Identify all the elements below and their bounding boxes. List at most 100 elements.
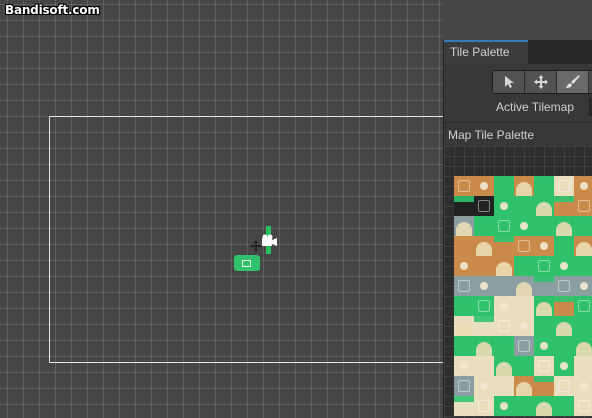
palette-selector[interactable]: Map Tile Palette (444, 124, 592, 146)
palette-tile[interactable] (534, 256, 554, 276)
palette-tile[interactable] (514, 356, 534, 376)
palette-tile[interactable] (534, 196, 554, 216)
sprite-gizmo[interactable] (234, 255, 260, 271)
palette-tile[interactable] (574, 356, 592, 376)
move-tool-button[interactable] (525, 71, 557, 93)
palette-tile[interactable] (514, 256, 534, 276)
palette-tile[interactable] (474, 256, 494, 276)
palette-tile[interactable] (514, 396, 534, 416)
palette-tile[interactable] (534, 236, 554, 256)
palette-tile[interactable] (454, 236, 474, 256)
active-tilemap-label: Active Tilemap (496, 100, 575, 114)
palette-tile[interactable] (554, 256, 574, 276)
palette-tile-area[interactable] (444, 146, 592, 418)
palette-tile[interactable] (574, 396, 592, 416)
palette-tile[interactable] (474, 376, 494, 396)
palette-tile[interactable] (514, 216, 534, 236)
palette-tile[interactable] (574, 256, 592, 276)
palette-tile[interactable] (454, 176, 474, 196)
palette-tile[interactable] (574, 216, 592, 236)
palette-tile[interactable] (494, 396, 514, 416)
palette-tile[interactable] (514, 296, 534, 316)
palette-tile[interactable] (574, 336, 592, 356)
palette-tile[interactable] (494, 296, 514, 316)
palette-tile[interactable] (494, 256, 514, 276)
palette-tile[interactable] (454, 356, 474, 376)
panel-divider (444, 122, 592, 123)
palette-tile[interactable] (494, 316, 514, 336)
palette-tile[interactable] (554, 396, 574, 416)
palette-tile[interactable] (494, 216, 514, 236)
palette-tile[interactable] (454, 396, 474, 416)
palette-tile[interactable] (474, 176, 494, 196)
palette-tile[interactable] (554, 176, 574, 196)
palette-tile[interactable] (454, 376, 474, 396)
palette-tile[interactable] (494, 336, 514, 356)
palette-tile[interactable] (454, 336, 474, 356)
palette-tile[interactable] (494, 196, 514, 216)
palette-tile[interactable] (454, 316, 474, 336)
paint-tool-button[interactable] (557, 71, 589, 93)
palette-tile[interactable] (494, 376, 514, 396)
palette-tile[interactable] (534, 296, 554, 316)
palette-tile[interactable] (554, 236, 574, 256)
palette-tile[interactable] (474, 336, 494, 356)
move-handle-icon[interactable] (250, 240, 262, 252)
palette-tile[interactable] (474, 356, 494, 376)
palette-tile[interactable] (554, 336, 574, 356)
palette-tile[interactable] (554, 276, 574, 296)
tool-group (492, 70, 592, 94)
palette-tile[interactable] (514, 196, 534, 216)
palette-tile[interactable] (494, 276, 514, 296)
palette-tile[interactable] (554, 376, 574, 396)
palette-tile[interactable] (534, 356, 554, 376)
palette-tile[interactable] (554, 356, 574, 376)
palette-tile[interactable] (474, 196, 494, 216)
palette-toolbar (444, 64, 592, 100)
palette-tile[interactable] (534, 336, 554, 356)
palette-tile[interactable] (454, 296, 474, 316)
palette-tile[interactable] (454, 276, 474, 296)
palette-tile[interactable] (574, 296, 592, 316)
palette-tile[interactable] (514, 276, 534, 296)
palette-tile[interactable] (534, 176, 554, 196)
palette-tile[interactable] (454, 256, 474, 276)
palette-tile[interactable] (554, 216, 574, 236)
palette-tile[interactable] (574, 196, 592, 216)
palette-tile[interactable] (554, 196, 574, 216)
palette-tile[interactable] (534, 276, 554, 296)
palette-tile[interactable] (534, 316, 554, 336)
palette-tile[interactable] (474, 216, 494, 236)
palette-tile[interactable] (454, 216, 474, 236)
active-tilemap-row: Active Tilemap (444, 96, 592, 120)
camera-icon[interactable] (259, 234, 279, 248)
palette-tile[interactable] (574, 176, 592, 196)
palette-tile[interactable] (574, 316, 592, 336)
palette-tile[interactable] (474, 316, 494, 336)
palette-tile[interactable] (574, 376, 592, 396)
palette-tile[interactable] (554, 316, 574, 336)
palette-tile[interactable] (514, 236, 534, 256)
palette-tile[interactable] (534, 376, 554, 396)
palette-tile[interactable] (574, 236, 592, 256)
palette-tile[interactable] (494, 176, 514, 196)
palette-tile[interactable] (534, 396, 554, 416)
palette-tile[interactable] (494, 356, 514, 376)
palette-tile[interactable] (554, 296, 574, 316)
palette-tile[interactable] (474, 236, 494, 256)
palette-tile[interactable] (574, 276, 592, 296)
palette-tile[interactable] (534, 216, 554, 236)
watermark-text: Bandisoft.com (5, 3, 100, 17)
tab-tile-palette[interactable]: Tile Palette (444, 40, 528, 64)
palette-tile[interactable] (514, 336, 534, 356)
scene-view[interactable]: Bandisoft.com (0, 0, 443, 418)
palette-tile[interactable] (514, 376, 534, 396)
palette-tile[interactable] (474, 396, 494, 416)
palette-tile[interactable] (474, 276, 494, 296)
palette-tile[interactable] (494, 236, 514, 256)
palette-tile[interactable] (514, 316, 534, 336)
select-tool-button[interactable] (493, 71, 525, 93)
palette-tile[interactable] (474, 296, 494, 316)
palette-tile[interactable] (454, 196, 474, 216)
palette-tile[interactable] (514, 176, 534, 196)
